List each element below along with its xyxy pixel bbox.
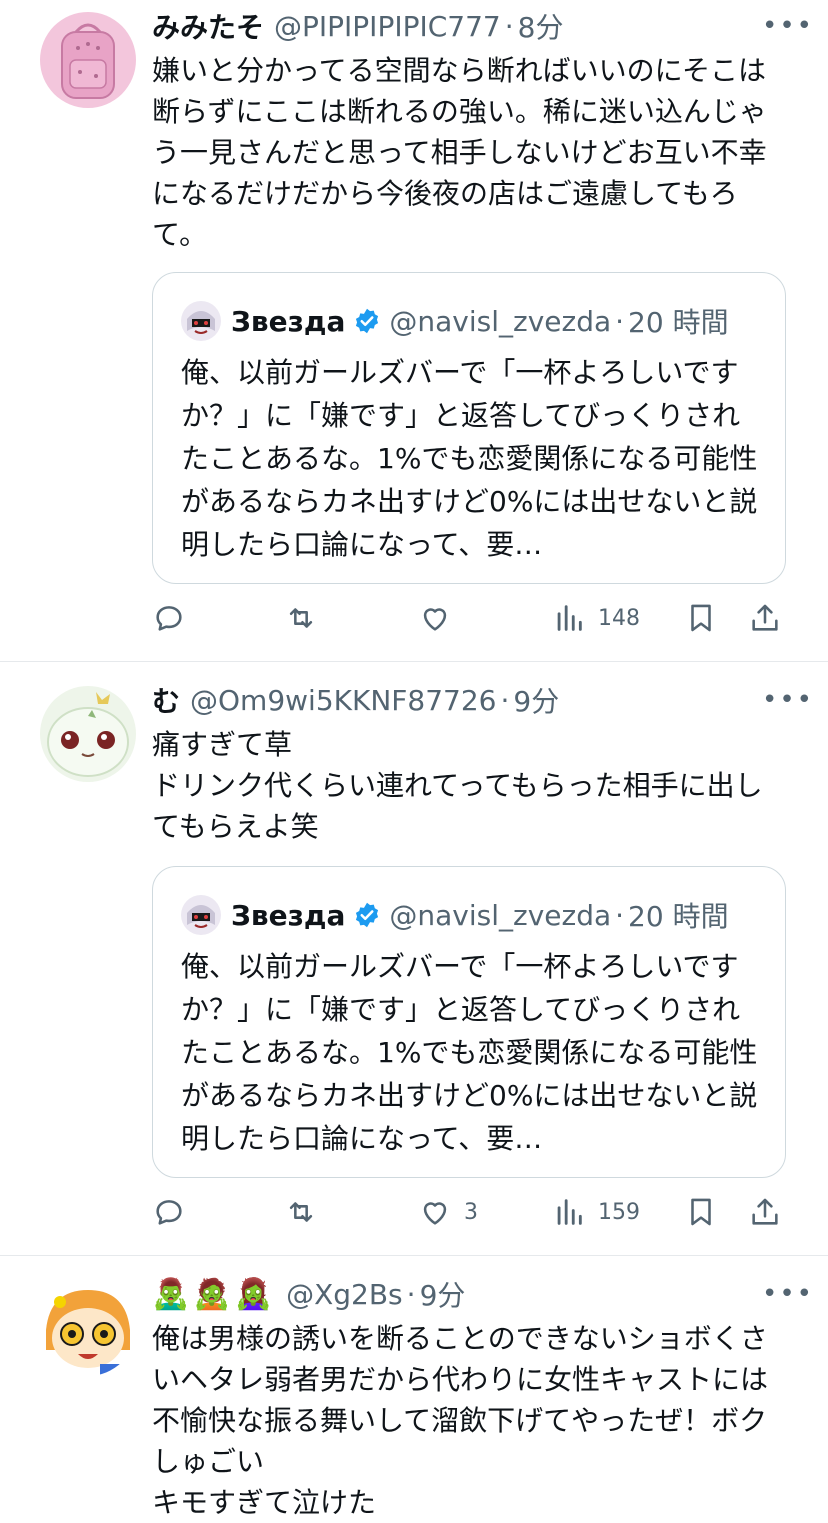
like-button[interactable] [418,598,464,638]
character-avatar-image [40,1280,136,1376]
bookmark-icon [691,1198,711,1226]
tweet-actions: 148 [152,598,788,638]
tweet-2[interactable]: む @Om9wi5KKNF87726 · 9分 ••• 痛すぎて草 ドリンク代く… [0,662,828,1256]
quoted-tweet-header: Звезда @navisl_zvezda · 20 時間 [181,301,729,341]
tweet-actions: 3 159 [152,1192,788,1232]
share-icon [752,1198,778,1225]
separator-dot: · [615,898,625,932]
user-handle[interactable]: @PIPIPIPIPIC777 [274,10,501,43]
share-button[interactable] [748,598,782,638]
quoted-avatar [181,895,221,935]
quoted-display-name: Звезда [231,898,346,932]
retweet-icon [289,608,313,628]
character-avatar-image [40,686,136,782]
views-chart-icon [557,1199,582,1225]
tweet-header: 🧟‍♂️ 🧟 🧟‍♀️ @Xg2Bs · 9分 ••• [152,1272,812,1316]
reply-icon [156,606,182,631]
separator-dot: · [500,683,510,717]
views-chart-icon [557,605,582,631]
user-handle[interactable]: @Om9wi5KKNF87726 [190,684,496,717]
avatar[interactable] [40,686,136,782]
views-button[interactable]: 148 [552,598,640,638]
zombie-woman-emoji: 🧟‍♀️ [234,1276,273,1312]
more-options-icon[interactable]: ••• [762,1272,812,1316]
quoted-tweet-text: 俺、以前ガールズバーで「一杯よろしいですか？」に「嫌です」と返答してびっくりされ… [181,356,758,561]
tweet-text: 俺は男様の誘いを断ることのできないショボくさいヘタレ弱者男だから代わりに女性キャ… [152,1322,769,1519]
quoted-tweet[interactable]: Звезда @navisl_zvezda · 20 時間 俺、以前ガールズバー… [152,866,786,1178]
more-options-icon[interactable]: ••• [762,678,812,722]
avatar[interactable] [40,12,136,108]
verified-badge-icon [356,308,379,334]
quoted-tweet-header: Звезда @navisl_zvezda · 20 時間 [181,895,729,935]
views-count: 148 [598,605,640,631]
like-count: 3 [464,1199,478,1225]
heart-icon [423,608,447,631]
separator-dot: · [615,304,625,338]
share-icon [752,604,778,631]
character-avatar-image [181,895,221,935]
quoted-user-handle: @navisl_zvezda [389,304,612,338]
more-options-icon[interactable]: ••• [762,4,812,48]
share-button[interactable] [748,1192,782,1232]
zombie-man-emoji: 🧟‍♂️ [152,1276,190,1312]
zombie-emoji: 🧟 [193,1276,231,1312]
quoted-avatar [181,301,221,341]
display-name[interactable]: みみたそ [152,6,264,46]
timestamp[interactable]: 8分 [518,6,564,46]
retweet-icon [289,1202,313,1222]
tweet-header: む @Om9wi5KKNF87726 · 9分 ••• [152,678,812,722]
backpack-avatar-image [40,12,136,108]
views-button[interactable]: 159 [552,1192,640,1232]
display-name[interactable]: む [152,680,180,720]
quoted-tweet-text: 俺、以前ガールズバーで「一杯よろしいですか？」に「嫌です」と返答してびっくりされ… [181,950,758,1155]
quoted-timestamp: 20 時間 [628,306,729,339]
quoted-user-handle: @navisl_zvezda [389,898,612,932]
retweet-button[interactable] [284,1192,330,1232]
quoted-tweet[interactable]: Звезда @navisl_zvezda · 20 時間 俺、以前ガールズバー… [152,272,786,584]
reply-button[interactable] [152,1192,198,1232]
bookmark-button[interactable] [684,1192,718,1232]
bookmark-button[interactable] [684,598,718,638]
timestamp[interactable]: 9分 [513,680,559,720]
views-count: 159 [598,1199,640,1225]
avatar[interactable] [40,1280,136,1376]
quoted-timestamp: 20 時間 [628,900,729,933]
reply-button[interactable] [152,598,198,638]
tweet-text: 痛すぎて草 ドリンク代くらい連れてってもらった相手に出してもらえよ笑 [152,728,763,843]
timestamp[interactable]: 9分 [420,1274,466,1314]
character-avatar-image [181,301,221,341]
separator-dot: · [406,1277,416,1311]
verified-badge-icon [356,902,379,928]
separator-dot: · [504,9,514,43]
bookmark-icon [691,604,711,632]
user-handle[interactable]: @Xg2Bs [286,1278,403,1311]
quoted-display-name: Звезда [231,304,346,338]
tweet-header: みみたそ @PIPIPIPIPIC777 · 8分 ••• [152,4,812,48]
tweet-1[interactable]: みみたそ @PIPIPIPIPIC777 · 8分 ••• 嫌いと分かってる空間… [0,0,828,662]
retweet-button[interactable] [284,598,330,638]
reply-icon [156,1200,182,1225]
like-button[interactable]: 3 [418,1192,478,1232]
tweet-text: 嫌いと分かってる空間なら断ればいいのにそこは断らずにここは断れるの強い。稀に迷い… [152,54,767,251]
tweet-3[interactable]: 🧟‍♂️ 🧟 🧟‍♀️ @Xg2Bs · 9分 ••• 俺は男様の誘いを断ること… [0,1256,828,1519]
heart-icon [423,1202,447,1225]
